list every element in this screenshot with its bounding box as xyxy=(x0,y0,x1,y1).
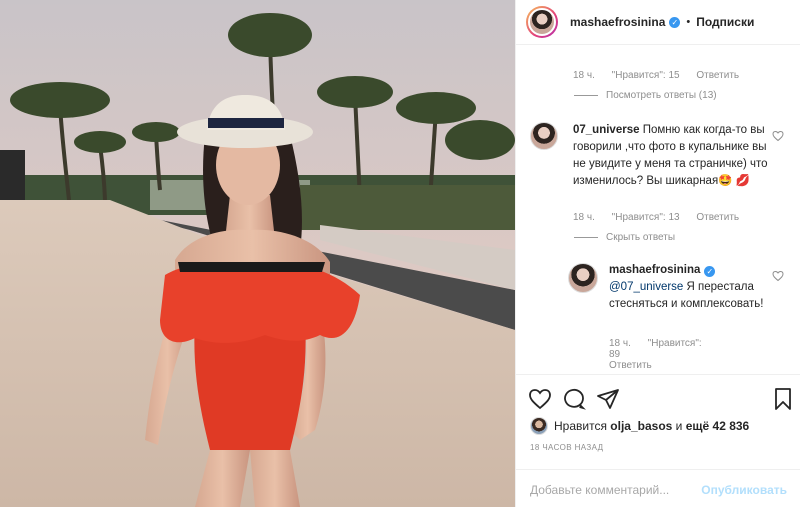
author-avatar[interactable] xyxy=(526,6,558,38)
reply-mention[interactable]: @07_universe xyxy=(609,281,683,293)
divider-line xyxy=(574,237,598,238)
heart-icon[interactable] xyxy=(528,387,552,411)
comment-time: 18 ч. xyxy=(573,212,595,223)
comment-likes[interactable]: "Нравится": 15 xyxy=(612,70,680,81)
hide-replies-label: Скрыть ответы xyxy=(606,232,676,243)
hide-replies-link[interactable]: Скрыть ответы xyxy=(574,232,675,243)
share-icon[interactable] xyxy=(596,387,620,411)
verified-badge-icon: ✓ xyxy=(704,266,716,277)
reply-button[interactable]: Ответить xyxy=(696,70,739,81)
commenter-username[interactable]: 07_universe xyxy=(573,124,640,136)
comments-list: 18 ч. "Нравится": 15 Ответить Посмотреть… xyxy=(516,46,800,374)
verified-badge-icon: ✓ xyxy=(669,16,681,28)
reply-button[interactable]: Ответить xyxy=(609,360,652,371)
author-username[interactable]: mashaefrosinina xyxy=(570,15,665,29)
comment-meta: 18 ч. "Нравится": 15 Ответить xyxy=(573,70,753,81)
comment-time: 18 ч. xyxy=(573,70,595,81)
reply-1: mashaefrosinina ✓ @07_universe Я перестал… xyxy=(609,262,774,313)
publish-button[interactable]: Опубликовать xyxy=(701,483,787,497)
reply-username[interactable]: mashaefrosinina xyxy=(609,264,700,276)
reply-author-avatar[interactable] xyxy=(568,263,598,293)
commenter-avatar[interactable] xyxy=(530,122,558,150)
reply-button[interactable]: Ответить xyxy=(696,212,739,223)
comment-likes[interactable]: "Нравится": 13 xyxy=(612,212,680,223)
comment-meta: 18 ч. "Нравится": 13 Ответить xyxy=(573,212,753,223)
comment-icon[interactable] xyxy=(562,387,586,411)
post-details-panel: mashaefrosinina ✓ • Подписки 18 ч. "Нрав… xyxy=(515,0,800,507)
comment-1: 07_universe Помню как когда-то вы говори… xyxy=(573,122,773,190)
divider-line xyxy=(574,95,598,96)
reply-meta: 18 ч. "Нравится": 89 Ответить xyxy=(609,338,729,371)
likes-summary[interactable]: Нравится olja_basos и ещё 42 836 xyxy=(530,417,749,435)
post-image xyxy=(0,0,515,507)
like-comment-heart-icon[interactable] xyxy=(772,130,784,142)
separator: • xyxy=(686,16,691,28)
post-time-ago: 18 ЧАСОВ НАЗАД xyxy=(530,443,604,452)
likes-count[interactable]: ещё 42 836 xyxy=(686,419,750,433)
add-comment-row: Добавьте комментарий... Опубликовать xyxy=(516,469,800,507)
likes-prefix: Нравится xyxy=(554,419,607,433)
liker-username[interactable]: olja_basos xyxy=(610,419,672,433)
view-replies-link[interactable]: Посмотреть ответы (13) xyxy=(574,90,717,101)
comment-input[interactable]: Добавьте комментарий... xyxy=(530,483,669,497)
view-replies-label: Посмотреть ответы (13) xyxy=(606,90,717,101)
post-actions: Нравится olja_basos и ещё 42 836 18 ЧАСО… xyxy=(516,374,800,507)
bookmark-icon[interactable] xyxy=(771,387,795,411)
post-photo[interactable] xyxy=(0,0,515,507)
liker-avatar xyxy=(530,417,548,435)
reply-time: 18 ч. xyxy=(609,338,631,349)
post-header: mashaefrosinina ✓ • Подписки xyxy=(516,0,800,45)
following-button[interactable]: Подписки xyxy=(696,15,754,29)
like-reply-heart-icon[interactable] xyxy=(772,270,784,282)
likes-and: и xyxy=(675,419,683,433)
